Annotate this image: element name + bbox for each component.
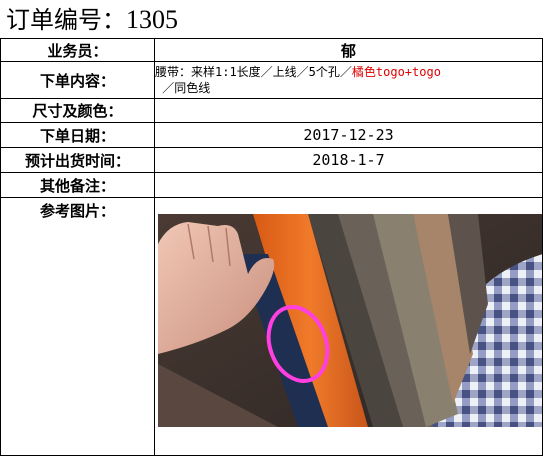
order-content-color-highlight: 橘色togo+togo (351, 65, 441, 79)
row-remarks: 其他备注： (0, 172, 543, 198)
reference-image-label: 参考图片： (0, 197, 155, 456)
order-date-label: 下单日期： (0, 122, 155, 148)
size-color-label: 尺寸及颜色： (0, 98, 155, 123)
salesperson-value: 郁 (154, 38, 543, 62)
order-number-label: 订单编号： (6, 6, 126, 34)
order-content-value: 腰带：来样1:1长度／上线／5个孔／橘色togo+togo ／同色线 (154, 61, 543, 99)
reference-image-cell (154, 197, 543, 456)
row-size-color: 尺寸及颜色： (0, 98, 543, 123)
order-number-heading: 订单编号：1305 (6, 3, 178, 37)
order-form-table: 业务员： 郁 下单内容： 腰带：来样1:1长度／上线／5个孔／橘色togo+to… (0, 38, 543, 456)
row-salesperson: 业务员： 郁 (0, 38, 543, 62)
size-color-value (154, 98, 543, 123)
order-date-value: 2017-12-23 (154, 122, 543, 148)
remarks-value (154, 172, 543, 198)
ship-date-label: 预计出货时间： (0, 147, 155, 173)
row-order-date: 下单日期： 2017-12-23 (0, 122, 543, 148)
order-content-text: 腰带：来样1:1长度／上线／5个孔／ (155, 65, 352, 79)
row-ship-date: 预计出货时间： 2018-1-7 (0, 147, 543, 173)
row-order-content: 下单内容： 腰带：来样1:1长度／上线／5个孔／橘色togo+togo ／同色线 (0, 61, 543, 99)
row-reference-image: 参考图片： (0, 197, 543, 456)
order-content-label: 下单内容： (0, 61, 155, 99)
order-content-text-end: ／同色线 (162, 81, 211, 95)
order-number-value: 1305 (126, 5, 178, 34)
reference-photo (158, 214, 542, 427)
salesperson-label: 业务员： (0, 38, 155, 62)
remarks-label: 其他备注： (0, 172, 155, 198)
ship-date-value: 2018-1-7 (154, 147, 543, 173)
